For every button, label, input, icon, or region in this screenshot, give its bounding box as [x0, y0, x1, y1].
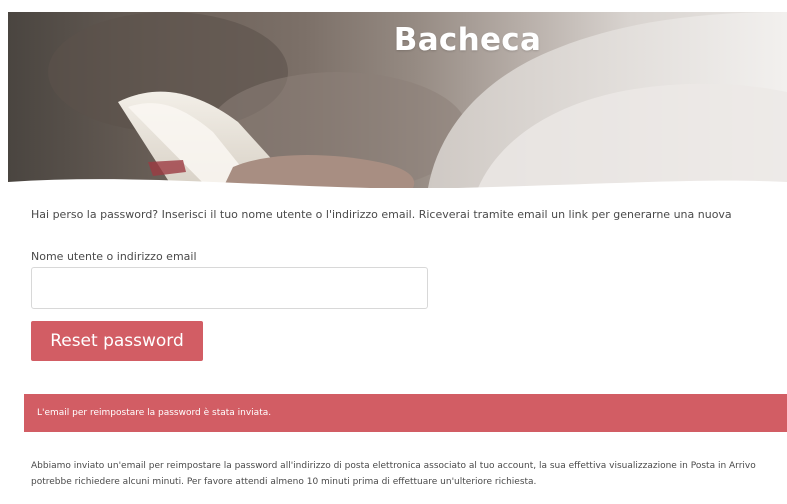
- success-notice: L'email per reimpostare la password è st…: [24, 394, 787, 432]
- success-notice-text: L'email per reimpostare la password è st…: [37, 408, 272, 418]
- page-title: Bacheca: [393, 22, 542, 58]
- username-email-label: Nome utente o indirizzo email: [31, 250, 197, 263]
- username-email-input[interactable]: [31, 267, 428, 309]
- header-banner: Bacheca: [8, 12, 787, 188]
- lost-password-instructions: Hai perso la password? Inserisci il tuo …: [31, 208, 732, 221]
- email-sent-info-text: Abbiamo inviato un'email per reimpostare…: [31, 461, 756, 487]
- reset-password-button[interactable]: Reset password: [31, 321, 203, 361]
